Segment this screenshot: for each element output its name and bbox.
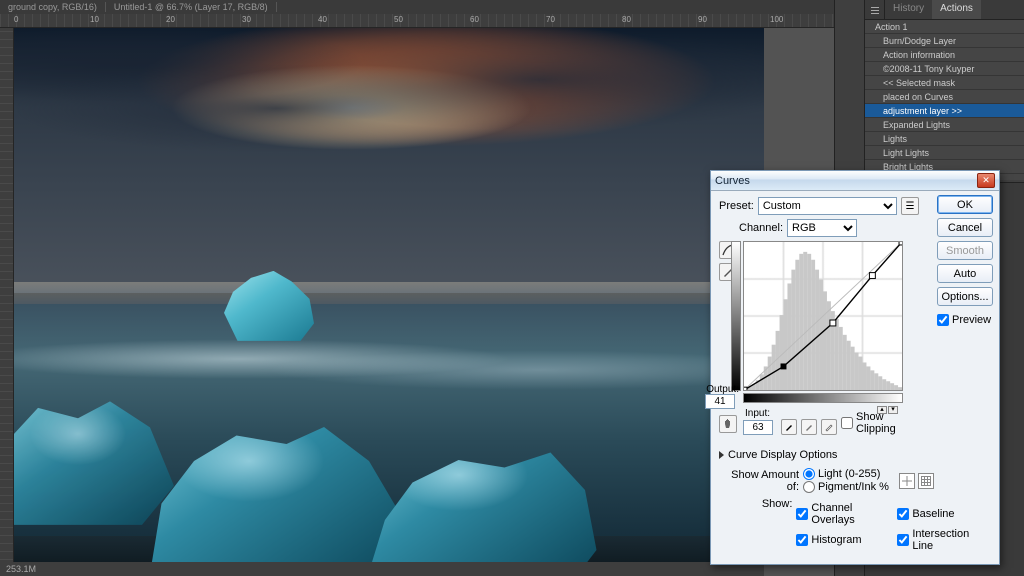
action-item[interactable]: Expanded Lights [865, 118, 1024, 132]
grid-fine-icon[interactable] [918, 473, 934, 489]
eyedropper-white-icon[interactable] [821, 419, 837, 435]
light-radio[interactable]: Light (0-255) [803, 468, 889, 480]
ruler-tick: 80 [622, 15, 631, 24]
ruler-tick: 30 [242, 15, 251, 24]
pigment-radio[interactable]: Pigment/Ink % [803, 481, 889, 493]
ruler-tick: 10 [90, 15, 99, 24]
action-item[interactable]: ©2008-11 Tony Kuyper [865, 62, 1024, 76]
ruler-tick: 0 [14, 15, 18, 24]
action-item[interactable]: Burn/Dodge Layer [865, 34, 1024, 48]
ruler-tick: 100 [770, 15, 783, 24]
tab-actions[interactable]: Actions [932, 0, 981, 19]
show-amount-label: Show Amount of: [719, 469, 799, 493]
action-item[interactable]: Light Lights [865, 146, 1024, 160]
action-item[interactable]: placed on Curves [865, 90, 1024, 104]
show-clipping-checkbox[interactable]: Show Clipping [841, 411, 908, 435]
dialog-titlebar[interactable]: Curves ✕ [711, 171, 999, 191]
curves-graph[interactable]: ▴▾ [743, 241, 903, 391]
input-gradient [743, 393, 903, 403]
action-item[interactable]: Action 1 [865, 20, 1024, 34]
show-label: Show: [719, 498, 792, 510]
ruler-vertical [0, 28, 14, 576]
ruler-tick: 50 [394, 15, 403, 24]
preview-checkbox[interactable]: Preview [937, 314, 993, 326]
panel-tab-bar: History Actions [865, 0, 1024, 20]
actions-list[interactable]: Action 1 Burn/Dodge Layer Action informa… [865, 20, 1024, 180]
status-bar: 253.1M [0, 562, 764, 576]
input-field[interactable] [743, 420, 773, 435]
smooth-button[interactable]: Smooth [937, 241, 993, 260]
input-label: Input: [745, 408, 770, 419]
disclosure-triangle-icon [719, 451, 724, 459]
cancel-button[interactable]: Cancel [937, 218, 993, 237]
preset-select[interactable]: Custom [758, 197, 897, 215]
intersection-checkbox[interactable]: Intersection Line [897, 528, 991, 552]
ruler-tick: 70 [546, 15, 555, 24]
curve-line[interactable] [744, 242, 902, 390]
ok-button[interactable]: OK [937, 195, 993, 214]
action-item[interactable]: Action information [865, 48, 1024, 62]
preset-label: Preset: [719, 200, 754, 212]
document-tab[interactable]: ground copy, RGB/16) [0, 2, 106, 12]
grid-coarse-icon[interactable] [899, 473, 915, 489]
channel-overlays-checkbox[interactable]: Channel Overlays [796, 502, 883, 526]
close-icon[interactable]: ✕ [977, 173, 995, 188]
document-tab[interactable]: Untitled-1 @ 66.7% (Layer 17, RGB/8) [106, 2, 277, 12]
dialog-title: Curves [715, 175, 977, 187]
hand-tool-icon[interactable] [719, 415, 737, 433]
action-item[interactable]: << Selected mask [865, 76, 1024, 90]
histogram-checkbox[interactable]: Histogram [796, 528, 883, 552]
output-field[interactable] [705, 394, 735, 409]
curve-display-options-toggle[interactable]: Curve Display Options [719, 449, 991, 461]
photo-content [14, 28, 764, 562]
ruler-tick: 90 [698, 15, 707, 24]
eyedropper-group [781, 419, 837, 435]
channel-select[interactable]: RGB [787, 219, 857, 237]
action-item-selected[interactable]: adjustment layer >> [865, 104, 1024, 118]
panel-menu-icon[interactable] [865, 0, 885, 19]
action-item[interactable]: Lights [865, 132, 1024, 146]
ruler-tick: 60 [470, 15, 479, 24]
channel-label: Channel: [739, 222, 783, 234]
options-button[interactable]: Options... [937, 287, 993, 306]
eyedropper-gray-icon[interactable] [801, 419, 817, 435]
document-tab-bar: ground copy, RGB/16) Untitled-1 @ 66.7% … [0, 0, 864, 14]
image-canvas[interactable] [14, 28, 764, 562]
ruler-tick: 40 [318, 15, 327, 24]
preset-menu-icon[interactable]: ☰ [901, 197, 919, 215]
tab-history[interactable]: History [885, 0, 932, 19]
ruler-horizontal: 0 10 20 30 40 50 60 70 80 90 100 [0, 14, 864, 28]
baseline-checkbox[interactable]: Baseline [897, 502, 991, 526]
output-gradient [731, 241, 741, 391]
eyedropper-black-icon[interactable] [781, 419, 797, 435]
status-zoom: 253.1M [6, 564, 36, 574]
ruler-tick: 20 [166, 15, 175, 24]
auto-button[interactable]: Auto [937, 264, 993, 283]
curves-dialog: Curves ✕ OK Cancel Smooth Auto Options..… [710, 170, 1000, 565]
